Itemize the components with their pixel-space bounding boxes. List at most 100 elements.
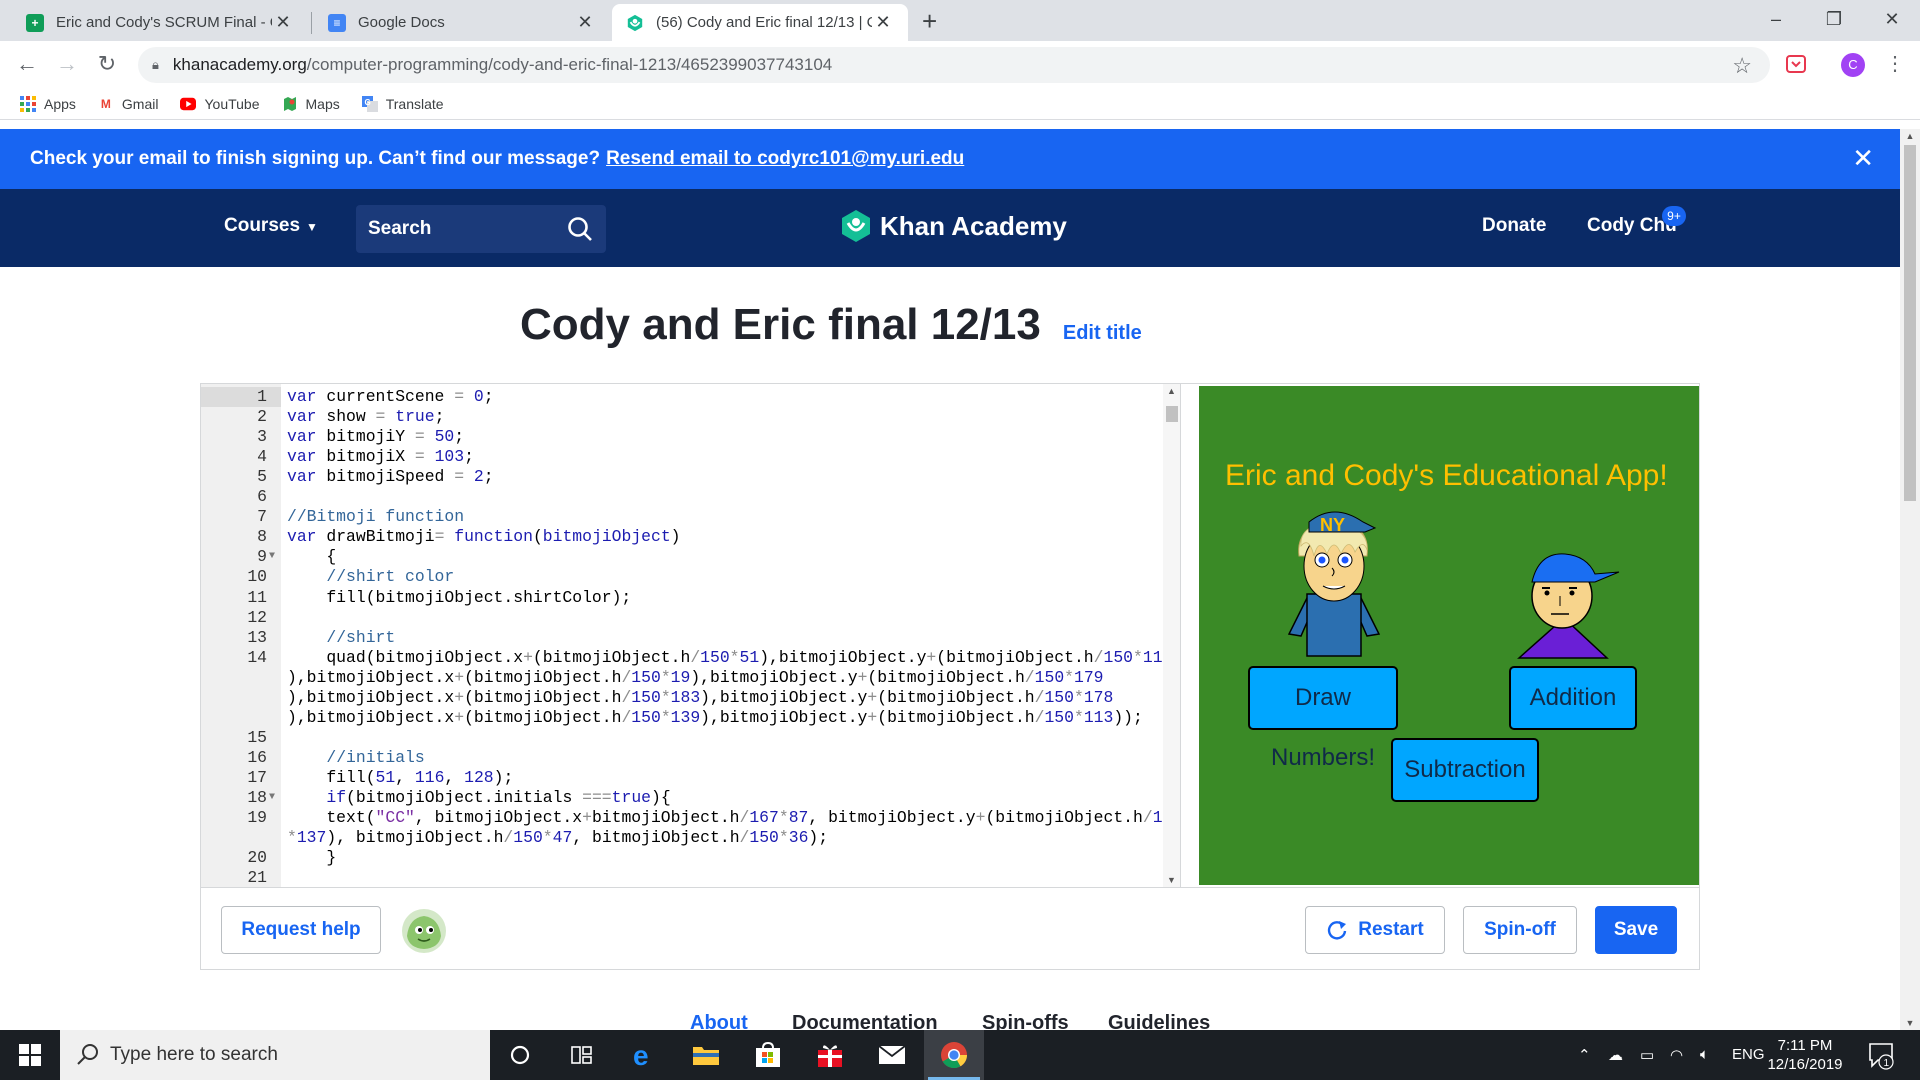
tab-close-icon[interactable]: ✕ xyxy=(272,12,294,33)
code-line[interactable]: ),bitmojiObject.x+(bitmojiObject.h/150*1… xyxy=(201,668,1161,688)
code-line[interactable]: 1 var currentScene = 0; xyxy=(201,387,1161,407)
battery-icon[interactable]: ▭ xyxy=(1640,1046,1654,1064)
bookmark-maps[interactable]: Maps xyxy=(282,96,340,112)
avatar[interactable] xyxy=(401,908,447,954)
tab-sheets[interactable]: + Eric and Cody's SCRUM Final - Go ✕ xyxy=(12,4,308,41)
code-line[interactable]: 2 var show = true; xyxy=(201,407,1161,427)
tab-close-icon[interactable]: ✕ xyxy=(574,12,596,33)
code-line[interactable]: 8 var drawBitmoji= function(bitmojiObject… xyxy=(201,527,1161,547)
request-help-button[interactable]: Request help xyxy=(221,906,381,954)
code-line[interactable]: 10 //shirt color xyxy=(201,567,1161,587)
address-bar[interactable]: 🔒︎ khanacademy.org/computer-programming/… xyxy=(138,47,1770,83)
profile-avatar[interactable]: C xyxy=(1841,53,1865,77)
restore-icon[interactable]: ❐ xyxy=(1806,0,1862,41)
bookmark-translate[interactable]: G Translate xyxy=(361,96,444,112)
banner-text: Check your email to finish signing up. C… xyxy=(30,148,601,169)
code-line[interactable]: 5 var bitmojiSpeed = 2; xyxy=(201,467,1161,487)
microsoft-store-icon[interactable] xyxy=(738,1030,798,1080)
tab-close-icon[interactable]: ✕ xyxy=(872,12,894,33)
reload-icon[interactable]: ↻ xyxy=(92,49,122,79)
fold-arrow-icon[interactable]: ▼ xyxy=(269,547,275,567)
start-button[interactable] xyxy=(0,1030,60,1080)
search-input[interactable]: Search xyxy=(356,205,606,253)
draw-numbers-button[interactable]: Draw Numbers! xyxy=(1248,666,1398,771)
page-scrollbar[interactable]: ▲ ▼ xyxy=(1900,129,1920,1030)
scrollbar-thumb[interactable] xyxy=(1904,145,1916,501)
gift-app-icon[interactable] xyxy=(800,1030,860,1080)
scroll-down-icon[interactable]: ▼ xyxy=(1900,1018,1920,1028)
taskbar-search-input[interactable]: Type here to search xyxy=(60,1030,490,1080)
code-line[interactable]: 7 //Bitmoji function xyxy=(201,507,1161,527)
minimize-icon[interactable]: – xyxy=(1748,0,1804,41)
resend-email-link[interactable]: Resend email to codyrc101@my.uri.edu xyxy=(606,148,964,170)
restart-button[interactable]: Restart xyxy=(1305,906,1445,954)
email-verification-banner: Check your email to finish signing up. C… xyxy=(0,129,1900,189)
line-number: 20 xyxy=(247,848,267,868)
menu-kebab-icon[interactable]: ⋮ xyxy=(1885,51,1905,76)
code-line[interactable]: 11 fill(bitmojiObject.shirtColor); xyxy=(201,588,1161,608)
code-line[interactable]: 13 //shirt xyxy=(201,628,1161,648)
show-hidden-icons-icon[interactable]: ⌃ xyxy=(1578,1046,1591,1064)
system-clock[interactable]: 7:11 PM 12/16/2019 xyxy=(1760,1036,1850,1074)
volume-icon[interactable]: 🔈︎ xyxy=(1700,1046,1709,1063)
code-line[interactable]: 20 } xyxy=(201,848,1161,868)
fold-arrow-icon[interactable]: ▼ xyxy=(269,788,275,808)
line-number: 9 xyxy=(257,547,267,567)
subtraction-button[interactable]: Subtraction xyxy=(1391,738,1539,802)
edit-title-link[interactable]: Edit title xyxy=(1063,322,1142,345)
code-line[interactable]: 16 //initials xyxy=(201,748,1161,768)
back-icon[interactable]: ← xyxy=(12,49,42,79)
new-tab-icon[interactable]: + xyxy=(922,6,937,37)
donate-link[interactable]: Donate xyxy=(1482,215,1546,237)
code-line[interactable]: 9 ▼ { xyxy=(201,547,1161,567)
task-view-icon[interactable] xyxy=(552,1030,612,1080)
code-line[interactable]: 4 var bitmojiX = 103; xyxy=(201,447,1161,467)
scrollbar-thumb[interactable] xyxy=(1166,406,1178,422)
tab-khan-academy[interactable]: (56) Cody and Eric final 12/13 | Co ✕ xyxy=(612,4,908,41)
code-line[interactable]: 3 var bitmojiY = 50; xyxy=(201,427,1161,447)
mail-icon[interactable] xyxy=(862,1030,922,1080)
code-line[interactable]: ),bitmojiObject.x+(bitmojiObject.h/150*1… xyxy=(201,708,1161,728)
banner-close-icon[interactable]: ✕ xyxy=(1852,143,1874,174)
save-button[interactable]: Save xyxy=(1595,906,1677,954)
editor-scrollbar[interactable]: ▲ ▼ xyxy=(1163,384,1180,887)
code-line[interactable]: 14 quad(bitmojiObject.x+(bitmojiObject.h… xyxy=(201,648,1172,668)
close-window-icon[interactable]: ✕ xyxy=(1864,0,1920,41)
pocket-extension-icon[interactable] xyxy=(1785,53,1807,75)
onedrive-icon[interactable]: ☁ xyxy=(1608,1046,1623,1064)
scroll-up-icon[interactable]: ▲ xyxy=(1900,131,1920,141)
code-line[interactable]: 21 xyxy=(201,868,1161,887)
wifi-icon[interactable]: ◠ xyxy=(1670,1046,1683,1064)
search-icon[interactable] xyxy=(566,215,594,243)
code-line[interactable]: 19 text("CC", bitmojiObject.x+bitmojiObj… xyxy=(201,808,1180,828)
file-explorer-icon[interactable] xyxy=(676,1030,736,1080)
code-line[interactable]: 18 ▼ if(bitmojiObject.initials ===true){ xyxy=(201,788,1161,808)
khan-nav-bar: Courses ▼ Search Khan Academy Donate Cody… xyxy=(0,189,1900,267)
bookmark-star-icon[interactable]: ☆ xyxy=(1732,53,1752,79)
bookmark-youtube[interactable]: YouTube xyxy=(180,96,260,112)
code-line[interactable]: 12 xyxy=(201,608,1161,628)
tab-google-docs[interactable]: ≡ Google Docs ✕ xyxy=(314,4,610,41)
edge-browser-icon[interactable]: e xyxy=(614,1030,674,1080)
chrome-icon[interactable] xyxy=(924,1030,984,1080)
scroll-up-icon[interactable]: ▲ xyxy=(1163,386,1180,396)
spinoff-button[interactable]: Spin-off xyxy=(1463,906,1577,954)
cortana-icon[interactable] xyxy=(490,1030,550,1080)
code-line[interactable]: 15 xyxy=(201,728,1161,748)
action-center-icon[interactable]: 1 xyxy=(1866,1040,1896,1070)
courses-menu[interactable]: Courses ▼ xyxy=(224,215,318,237)
bookmark-label: Gmail xyxy=(121,96,159,112)
code-editor[interactable]: 1 var currentScene = 0; 2 var show = true; 3… xyxy=(201,384,1181,887)
notification-badge[interactable]: 9+ xyxy=(1662,206,1686,226)
scroll-down-icon[interactable]: ▼ xyxy=(1163,875,1180,885)
addition-button[interactable]: Addition xyxy=(1509,666,1637,730)
code-line[interactable]: ),bitmojiObject.x+(bitmojiObject.h/150*1… xyxy=(201,688,1161,708)
code-line[interactable]: 17 fill(51, 116, 128); xyxy=(201,768,1161,788)
forward-icon[interactable]: → xyxy=(52,49,82,79)
program-output-canvas[interactable]: Eric and Cody's Educational App! NY Draw… xyxy=(1199,386,1699,885)
code-line[interactable]: 6 xyxy=(201,487,1161,507)
bookmark-apps[interactable]: Apps xyxy=(20,96,76,112)
khan-academy-logo[interactable]: Khan Academy xyxy=(840,209,1067,243)
code-line[interactable]: *137), bitmojiObject.h/150*47, bitmojiOb… xyxy=(201,828,1161,848)
bookmark-gmail[interactable]: M Gmail xyxy=(98,96,159,112)
